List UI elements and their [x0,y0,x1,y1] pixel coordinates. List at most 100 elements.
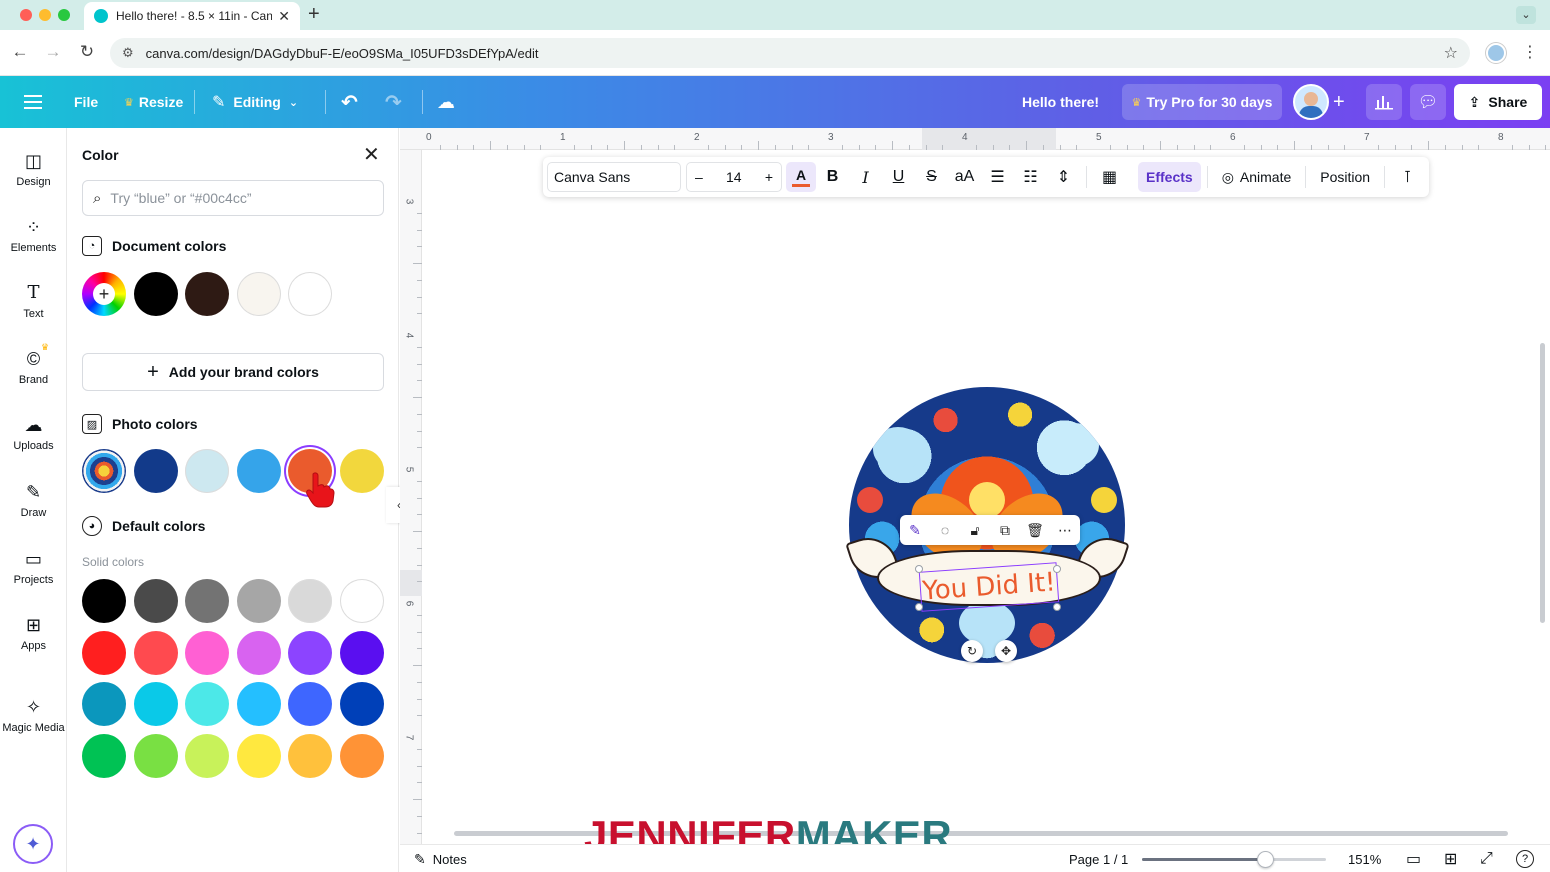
solid-color-swatch[interactable] [288,630,333,675]
grid-view-button[interactable]: ⊞ [1444,845,1457,872]
canva-assistant-button[interactable]: ✦ [13,824,53,864]
zoom-slider-thumb[interactable] [1257,851,1275,868]
resize-handle[interactable] [1053,565,1061,573]
try-pro-button[interactable]: ♛ Try Pro for 30 days [1122,84,1282,120]
effects-button[interactable]: Effects [1138,162,1201,192]
solid-color-swatch[interactable] [82,579,126,623]
underline-button[interactable]: U [882,162,915,192]
document-color-swatch[interactable] [134,272,178,316]
rotate-handle-icon[interactable]: ↻ [961,640,983,662]
solid-color-swatch[interactable] [288,733,333,778]
site-settings-icon[interactable]: ⚙ [122,45,134,61]
add-color-button[interactable]: + [82,272,126,316]
tab-search-chevron-icon[interactable]: ⌄ [1516,6,1536,24]
minimize-window-button[interactable] [39,9,51,21]
position-button[interactable]: Position [1312,162,1378,192]
more-options-icon[interactable]: ⋯ [1054,522,1076,539]
new-tab-button[interactable]: + [308,3,320,26]
document-color-swatch[interactable] [237,272,281,316]
close-icon[interactable]: ✕ [363,142,380,167]
letter-case-button[interactable]: aA [948,162,981,192]
photo-color-swatch[interactable] [185,449,229,493]
add-brand-colors-button[interactable]: + Add your brand colors [82,353,384,391]
rail-item-draw[interactable]: ✎ Draw [0,481,67,519]
copy-style-button[interactable]: ⊺ [1391,162,1424,192]
list-button[interactable]: ☷ [1014,162,1047,192]
resize-handle[interactable] [915,565,923,573]
animate-button[interactable]: ◎ Animate [1214,162,1300,192]
browser-profile-avatar[interactable] [1486,43,1506,63]
back-arrow-icon[interactable]: ← [9,42,31,62]
solid-color-swatch[interactable] [133,733,178,778]
solid-color-swatch[interactable] [340,733,384,778]
share-button[interactable]: ⇪ Share [1454,84,1542,120]
font-family-dropdown[interactable]: Canva Sans [547,162,681,192]
comments-button[interactable]: 💬︎ [1410,84,1446,120]
undo-button[interactable]: ↶ [341,76,358,128]
font-size-value[interactable]: 14 [726,169,742,185]
design-title[interactable]: Hello there! [1022,76,1099,128]
move-handle-icon[interactable]: ✥ [995,640,1017,662]
rail-item-elements[interactable]: ⁘ Elements [0,216,67,254]
solid-color-swatch[interactable] [185,630,230,675]
document-color-swatch[interactable] [185,272,229,316]
document-color-swatch[interactable] [288,272,332,316]
photo-color-swatch[interactable] [237,449,281,493]
solid-color-swatch[interactable] [340,630,384,675]
rail-item-projects[interactable]: ▭ Projects [0,548,67,586]
invite-button[interactable]: + [1333,76,1345,128]
spacing-button[interactable]: ⇕ [1047,162,1080,192]
solid-color-swatch[interactable] [185,579,230,623]
resize-handle[interactable] [1053,603,1061,611]
bookmark-star-icon[interactable]: ☆ [1444,43,1458,63]
duplicate-icon[interactable]: ⧉ [994,522,1016,539]
solid-color-swatch[interactable] [133,630,178,675]
rail-item-text[interactable]: T Text [0,282,67,320]
browser-menu-icon[interactable]: ⋮ [1522,42,1538,62]
solid-color-swatch[interactable] [236,579,281,623]
magic-edit-icon[interactable]: ✎ [904,522,926,539]
redo-button[interactable]: ↷ [385,76,402,128]
strikethrough-button[interactable]: S [915,162,948,192]
browser-tab[interactable]: Hello there! - 8.5 × 11in - Can ✕ [84,2,300,30]
delete-icon[interactable]: 🗑︎ [1024,522,1046,539]
solid-color-swatch[interactable] [288,682,333,727]
zoom-level[interactable]: 151% [1348,845,1381,872]
solid-color-swatch[interactable] [236,733,281,778]
rail-item-uploads[interactable]: ☁ Uploads [0,414,67,452]
user-avatar[interactable] [1293,84,1329,120]
cloud-save-button[interactable]: ☁ [437,76,455,128]
photo-thumbnail[interactable] [82,449,126,493]
photo-color-swatch[interactable] [340,449,384,493]
page-indicator[interactable]: Page 1 / 1 [1069,845,1128,872]
add-comment-icon[interactable]: ◌ [934,522,956,538]
rail-item-design[interactable]: ◫ Design [0,150,67,188]
notes-button[interactable]: ✎ Notes [414,845,467,872]
text-color-button[interactable]: A [786,162,816,192]
url-bar[interactable]: ⚙ canva.com/design/DAGdyDbuF-E/eoO9SMa_I… [110,38,1470,68]
rail-item-apps[interactable]: ⊞ Apps [0,614,67,652]
vertical-scrollbar[interactable] [1540,343,1545,623]
close-window-button[interactable] [20,9,32,21]
bold-button[interactable]: B [816,162,849,192]
maximize-window-button[interactable] [58,9,70,21]
solid-color-swatch[interactable] [288,579,333,623]
rail-item-brand[interactable]: ♛ © Brand [0,342,67,386]
forward-arrow-icon[interactable]: → [42,42,64,62]
solid-color-swatch[interactable] [340,682,384,727]
editing-mode-dropdown[interactable]: ✎ Editing ⌄ [212,76,298,128]
color-search-input[interactable]: ⌕ Try “blue” or “#00c4cc” [82,180,384,216]
fullscreen-button[interactable]: ⤢ [1480,845,1493,872]
align-center-button[interactable]: ☰ [981,162,1014,192]
increase-size-button[interactable]: + [765,169,773,185]
solid-color-swatch[interactable] [185,733,230,778]
photo-color-swatch[interactable] [134,449,178,493]
resize-button[interactable]: ♛ Resize [124,76,183,128]
lock-icon[interactable]: 🔓︎ [964,522,986,539]
desktop-view-button[interactable]: ▭ [1406,845,1421,872]
help-button[interactable]: ? [1516,845,1534,872]
italic-button[interactable]: I [849,162,882,192]
solid-color-swatch[interactable] [82,630,126,675]
solid-color-swatch[interactable] [340,579,384,623]
solid-color-swatch[interactable] [133,579,178,623]
